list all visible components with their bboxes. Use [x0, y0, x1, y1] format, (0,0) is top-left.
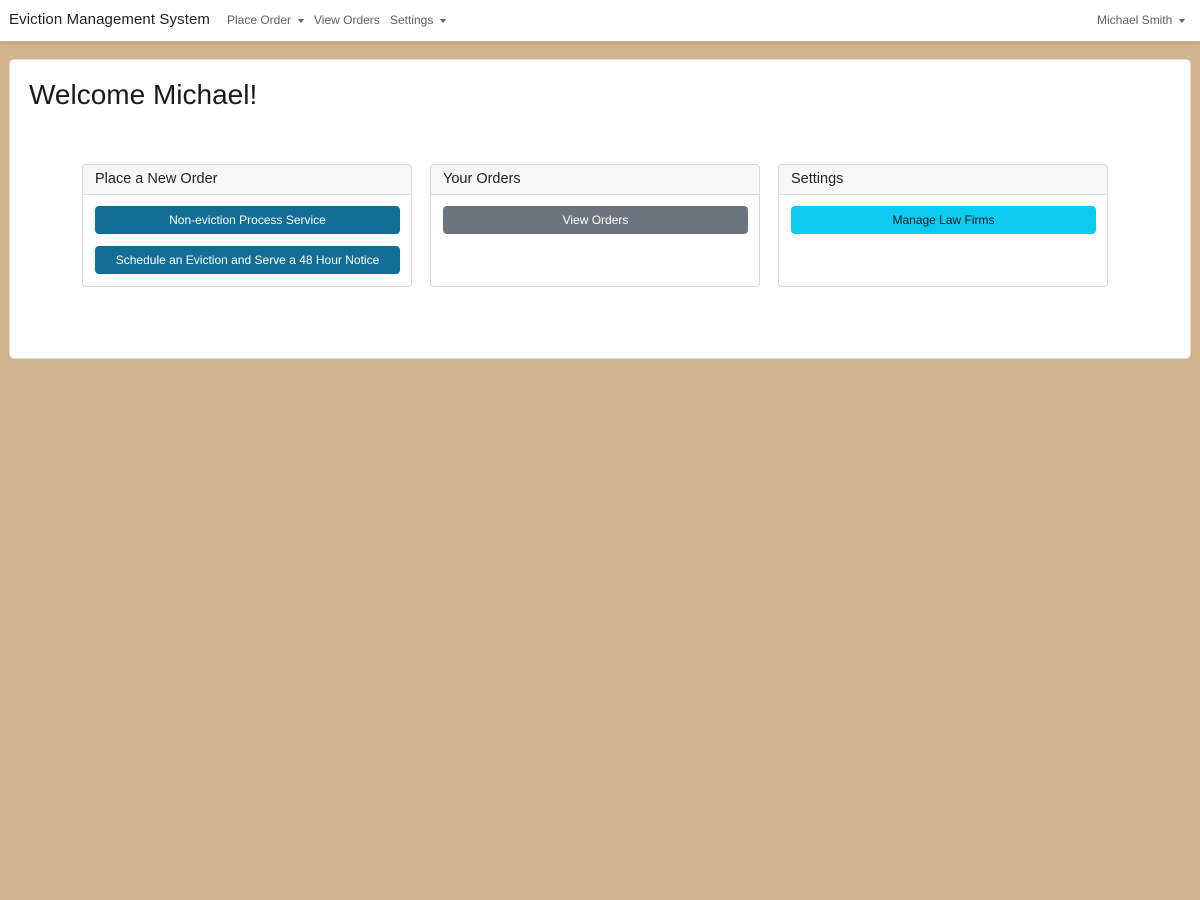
nav-view-orders-link[interactable]: View Orders [314, 13, 380, 27]
caret-down-icon [1179, 18, 1186, 23]
panel-title: Place a New Order [83, 165, 411, 195]
non-eviction-process-service-button[interactable]: Non-eviction Process Service [95, 206, 400, 234]
nav-view-orders-label: View Orders [314, 13, 380, 27]
top-navbar: Eviction Management System Place Order V… [0, 0, 1200, 42]
page-title: Welcome Michael! [29, 79, 258, 110]
nav-place-order-label: Place Order [227, 13, 292, 27]
schedule-eviction-button[interactable]: Schedule an Eviction and Serve a 48 Hour… [95, 246, 400, 274]
nav-settings-dropdown[interactable]: Settings [390, 13, 447, 27]
nav-place-order-dropdown[interactable]: Place Order [227, 13, 305, 27]
main-card: Welcome Michael! Place a New Order Non-e… [9, 59, 1191, 359]
place-new-order-panel: Place a New Order Non-eviction Process S… [82, 164, 412, 287]
panel-title: Your Orders [431, 165, 759, 195]
settings-panel: Settings Manage Law Firms [778, 164, 1108, 287]
caret-down-icon [298, 18, 305, 23]
nav-settings-label: Settings [390, 13, 434, 27]
manage-law-firms-button[interactable]: Manage Law Firms [791, 206, 1096, 234]
user-name-label: Michael Smith [1097, 13, 1173, 27]
panel-title: Settings [779, 165, 1107, 195]
user-menu-dropdown[interactable]: Michael Smith [1097, 13, 1186, 27]
app-brand[interactable]: Eviction Management System [9, 11, 210, 28]
your-orders-panel: Your Orders View Orders [430, 164, 760, 287]
caret-down-icon [440, 18, 447, 23]
view-orders-button[interactable]: View Orders [443, 206, 748, 234]
